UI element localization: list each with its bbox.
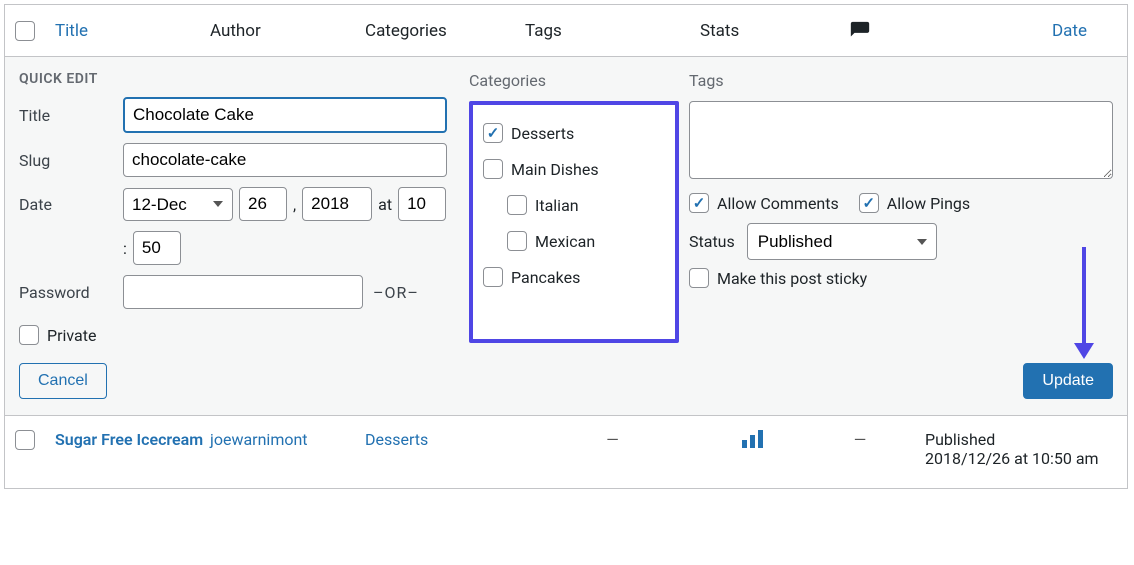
categories-listbox[interactable]: Desserts Main Dishes Italian Mexica bbox=[479, 111, 669, 333]
title-label: Title bbox=[19, 106, 123, 125]
quick-edit-panel: QUICK EDIT Title Slug Date 12-Dec , bbox=[5, 57, 1127, 416]
category-item: Italian bbox=[481, 187, 667, 223]
table-row: Sugar Free Icecream joewarnimont Dessert… bbox=[5, 416, 1127, 488]
table-header: Title Author Categories Tags Stats Date bbox=[5, 5, 1127, 57]
status-select[interactable]: Published bbox=[747, 223, 937, 260]
row-author-link[interactable]: joewarnimont bbox=[210, 430, 365, 449]
row-comments: — bbox=[805, 430, 915, 449]
allow-pings-label: Allow Pings bbox=[887, 194, 970, 213]
sticky-label: Make this post sticky bbox=[717, 269, 867, 288]
posts-table: Title Author Categories Tags Stats Date … bbox=[4, 4, 1128, 489]
col-stats[interactable]: Stats bbox=[700, 21, 805, 41]
col-categories[interactable]: Categories bbox=[365, 21, 525, 41]
category-checkbox[interactable] bbox=[483, 159, 503, 179]
year-input[interactable] bbox=[302, 187, 372, 221]
cancel-button[interactable]: Cancel bbox=[19, 363, 107, 399]
row-stats-icon[interactable] bbox=[700, 430, 805, 452]
category-item: Mexican bbox=[481, 223, 667, 259]
col-tags[interactable]: Tags bbox=[525, 21, 700, 41]
tags-textarea[interactable] bbox=[689, 101, 1113, 179]
tags-heading: Tags bbox=[689, 71, 1113, 93]
month-select[interactable]: 12-Dec bbox=[123, 188, 233, 221]
day-input[interactable] bbox=[239, 187, 287, 221]
sticky-checkbox[interactable] bbox=[689, 268, 709, 288]
category-item: Main Dishes bbox=[481, 151, 667, 187]
col-author[interactable]: Author bbox=[210, 21, 365, 41]
password-input[interactable] bbox=[123, 275, 363, 309]
password-label: Password bbox=[19, 283, 123, 302]
update-button[interactable]: Update bbox=[1023, 363, 1113, 399]
date-label: Date bbox=[19, 195, 123, 214]
row-checkbox[interactable] bbox=[15, 430, 35, 450]
col-title[interactable]: Title bbox=[55, 21, 210, 41]
col-comments-icon[interactable] bbox=[805, 20, 915, 42]
slug-input[interactable] bbox=[123, 143, 447, 177]
quick-edit-heading: QUICK EDIT bbox=[19, 71, 459, 87]
at-label: at bbox=[378, 195, 392, 214]
title-input[interactable] bbox=[123, 97, 447, 133]
allow-pings-checkbox[interactable] bbox=[859, 193, 879, 213]
minute-input[interactable] bbox=[133, 231, 181, 265]
or-label: –OR– bbox=[373, 283, 419, 302]
category-item: Pancakes bbox=[481, 259, 667, 295]
private-label: Private bbox=[47, 326, 96, 345]
categories-highlight: Desserts Main Dishes Italian Mexica bbox=[469, 101, 679, 343]
category-item: Desserts bbox=[481, 115, 667, 151]
row-category-link[interactable]: Desserts bbox=[365, 430, 525, 449]
categories-heading: Categories bbox=[469, 71, 679, 93]
allow-comments-label: Allow Comments bbox=[717, 194, 839, 213]
row-date: Published 2018/12/26 at 10:50 am bbox=[915, 430, 1117, 468]
category-checkbox[interactable] bbox=[483, 267, 503, 287]
row-title-link[interactable]: Sugar Free Icecream bbox=[55, 430, 210, 449]
category-checkbox[interactable] bbox=[507, 195, 527, 215]
hour-input[interactable] bbox=[398, 187, 446, 221]
category-checkbox[interactable] bbox=[507, 231, 527, 251]
row-tags: — bbox=[525, 430, 700, 449]
slug-label: Slug bbox=[19, 151, 123, 170]
status-label: Status bbox=[689, 232, 735, 251]
select-all-checkbox[interactable] bbox=[15, 21, 35, 41]
col-date[interactable]: Date bbox=[915, 21, 1117, 41]
category-checkbox[interactable] bbox=[483, 123, 503, 143]
private-checkbox[interactable] bbox=[19, 325, 39, 345]
allow-comments-checkbox[interactable] bbox=[689, 193, 709, 213]
